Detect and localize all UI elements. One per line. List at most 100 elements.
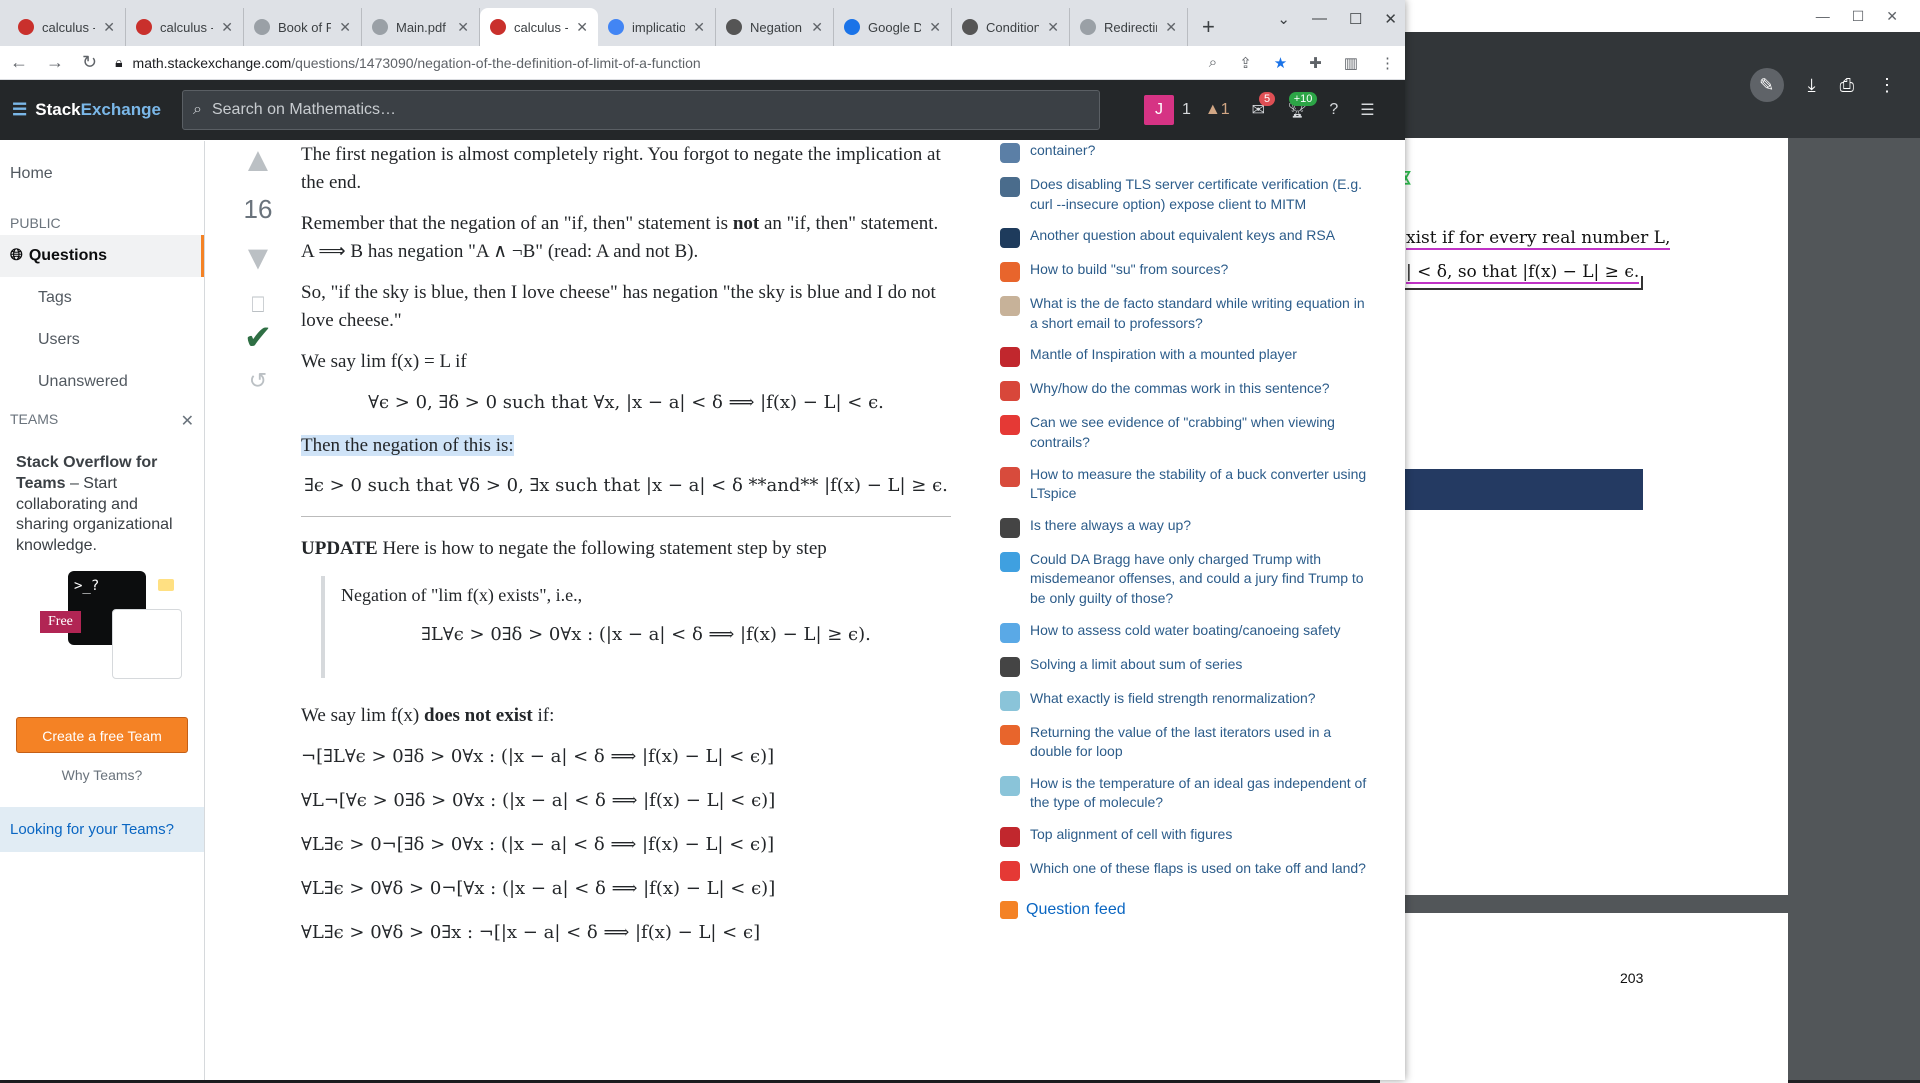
hot-question-item[interactable]: Mantle of Inspiration with a mounted pla… <box>1000 345 1370 368</box>
browser-tab[interactable]: Condition ✕ <box>952 8 1070 46</box>
hot-question-link[interactable]: How to assess cold water boating/canoein… <box>1030 621 1341 643</box>
tab-close-icon[interactable]: ✕ <box>693 19 705 36</box>
hot-question-item[interactable]: How to build "su" from sources? <box>1000 260 1370 283</box>
browser-tab[interactable]: Google Da ✕ <box>834 8 952 46</box>
nav-home[interactable]: Home <box>0 153 204 195</box>
upvote-icon[interactable]: ▲ <box>241 141 275 180</box>
menu-icon[interactable]: ⋮ <box>1380 54 1395 72</box>
hot-question-item[interactable]: How is the temperature of an ideal gas i… <box>1000 774 1370 813</box>
tab-close-icon[interactable]: ✕ <box>1165 19 1177 36</box>
browser-tab[interactable]: calculus - ✕ <box>480 8 598 46</box>
new-tab-button[interactable]: + <box>1202 14 1215 40</box>
url-field[interactable]: 🔒︎ math.stackexchange.com/questions/1473… <box>115 50 1191 76</box>
search-input[interactable]: ⌕ Search on Mathematics… <box>182 90 1100 130</box>
browser-tab[interactable]: Negation ✕ <box>716 8 834 46</box>
hot-question-item[interactable]: How to measure the stability of a buck c… <box>1000 465 1370 504</box>
browser-tab[interactable]: implicatio ✕ <box>598 8 716 46</box>
side-panel-icon[interactable]: ▥ <box>1344 54 1358 72</box>
hot-question-link[interactable]: container? <box>1030 141 1095 163</box>
bookmark-star-icon[interactable]: ★ <box>1274 54 1287 72</box>
hot-question-link[interactable]: Can we see evidence of "crabbing" when v… <box>1030 413 1370 452</box>
hot-question-item[interactable]: Does disabling TLS server certificate ve… <box>1000 175 1370 214</box>
browser-tab[interactable]: Main.pdf ✕ <box>362 8 480 46</box>
close-icon[interactable]: ✕ <box>1886 8 1898 25</box>
browser-tab[interactable]: Redirectin ✕ <box>1070 8 1188 46</box>
maximize-icon[interactable]: ☐ <box>1852 8 1865 25</box>
hot-question-link[interactable]: What exactly is field strength renormali… <box>1030 689 1316 711</box>
hot-question-link[interactable]: How to measure the stability of a buck c… <box>1030 465 1370 504</box>
tab-close-icon[interactable]: ✕ <box>929 19 941 36</box>
hot-question-link[interactable]: Another question about equivalent keys a… <box>1030 226 1335 248</box>
hot-question-item[interactable]: Could DA Bragg have only charged Trump w… <box>1000 550 1370 609</box>
hot-question-item[interactable]: Another question about equivalent keys a… <box>1000 226 1370 249</box>
site-switcher-icon[interactable]: ☰ <box>1360 100 1374 120</box>
stackexchange-logo[interactable]: ☰ Stack Exchange <box>12 100 162 120</box>
hot-question-item[interactable]: Is there always a way up? <box>1000 516 1370 538</box>
question-feed-link[interactable]: Question feed <box>1000 900 1370 919</box>
hot-question-link[interactable]: Does disabling TLS server certificate ve… <box>1030 175 1370 214</box>
zoom-icon[interactable]: ⌕ <box>1209 54 1217 72</box>
hot-question-link[interactable]: Which one of these flaps is used on take… <box>1030 859 1366 881</box>
share-icon[interactable]: ⇪ <box>1239 54 1252 72</box>
hot-question-item[interactable]: container? <box>1000 141 1370 163</box>
print-icon[interactable]: ⎙ <box>1840 75 1854 96</box>
nav-tags[interactable]: Tags <box>0 277 204 319</box>
hot-question-item[interactable]: Which one of these flaps is used on take… <box>1000 859 1370 881</box>
minimize-icon[interactable]: — <box>1312 10 1327 28</box>
reload-icon[interactable]: ↻ <box>82 52 97 73</box>
browser-tab[interactable]: calculus - ✕ <box>8 8 126 46</box>
close-icon[interactable]: ✕ <box>181 411 194 431</box>
tab-close-icon[interactable]: ✕ <box>1047 19 1059 36</box>
extensions-icon[interactable]: ✚ <box>1309 54 1322 72</box>
hot-question-item[interactable]: Top alignment of cell with figures <box>1000 825 1370 847</box>
close-icon[interactable]: ✕ <box>1384 10 1397 28</box>
browser-tab[interactable]: Book of P ✕ <box>244 8 362 46</box>
hot-question-link[interactable]: What is the de facto standard while writ… <box>1030 294 1370 333</box>
hot-question-link[interactable]: Solving a limit about sum of series <box>1030 655 1242 677</box>
nav-questions[interactable]: 🌐︎ Questions <box>0 235 204 277</box>
hot-question-item[interactable]: What is the de facto standard while writ… <box>1000 294 1370 333</box>
tab-search-icon[interactable]: ⌄ <box>1277 10 1290 28</box>
hot-question-link[interactable]: How is the temperature of an ideal gas i… <box>1030 774 1370 813</box>
hot-question-link[interactable]: Could DA Bragg have only charged Trump w… <box>1030 550 1370 609</box>
looking-for-teams-link[interactable]: Looking for your Teams? <box>0 806 204 852</box>
avatar[interactable]: J <box>1144 95 1174 125</box>
hot-question-link[interactable]: Returning the value of the last iterator… <box>1030 723 1370 762</box>
tab-close-icon[interactable]: ✕ <box>457 19 469 36</box>
tab-close-icon[interactable]: ✕ <box>221 19 233 36</box>
bookmark-icon[interactable]: ⎕ <box>251 292 264 318</box>
hot-question-item[interactable]: Why/how do the commas work in this sente… <box>1000 379 1370 402</box>
browser-tab[interactable]: calculus - ✕ <box>126 8 244 46</box>
nav-unanswered[interactable]: Unanswered <box>0 361 204 403</box>
hot-question-item[interactable]: How to assess cold water boating/canoein… <box>1000 621 1370 643</box>
hot-question-link[interactable]: Is there always a way up? <box>1030 516 1191 538</box>
inbox-icon[interactable]: ✉ 5 <box>1252 92 1276 120</box>
tab-close-icon[interactable]: ✕ <box>811 19 823 36</box>
why-teams-link[interactable]: Why Teams? <box>0 767 204 783</box>
create-team-button[interactable]: Create a free Team <box>16 716 188 753</box>
hot-question-link[interactable]: How to build "su" from sources? <box>1030 260 1228 282</box>
tab-close-icon[interactable]: ✕ <box>103 19 115 36</box>
hot-question-link[interactable]: Top alignment of cell with figures <box>1030 825 1232 847</box>
maximize-icon[interactable]: ☐ <box>1349 10 1362 28</box>
annotate-pen-icon[interactable]: ✎ <box>1749 68 1784 102</box>
hot-question-item[interactable]: Can we see evidence of "crabbing" when v… <box>1000 413 1370 452</box>
hot-question-link[interactable]: Mantle of Inspiration with a mounted pla… <box>1030 345 1297 367</box>
hot-question-item[interactable]: Returning the value of the last iterator… <box>1000 723 1370 762</box>
minimize-icon[interactable]: — <box>1816 8 1830 24</box>
hot-question-link[interactable]: Why/how do the commas work in this sente… <box>1030 379 1330 401</box>
hamburger-icon[interactable]: ☰ <box>12 100 27 120</box>
tab-close-icon[interactable]: ✕ <box>576 19 588 36</box>
downvote-icon[interactable]: ▼ <box>241 239 275 278</box>
tab-close-icon[interactable]: ✕ <box>339 19 351 36</box>
download-icon[interactable]: ⤓ <box>1808 75 1816 96</box>
forward-icon[interactable]: → <box>46 52 64 73</box>
back-icon[interactable]: ← <box>10 52 28 73</box>
history-icon[interactable]: ↺ <box>249 368 267 394</box>
nav-users[interactable]: Users <box>0 319 204 361</box>
achievements-icon[interactable]: 🏆︎ +10 <box>1287 92 1318 120</box>
help-icon[interactable]: ? <box>1329 101 1338 119</box>
hot-question-item[interactable]: Solving a limit about sum of series <box>1000 655 1370 677</box>
more-menu-icon[interactable]: ⋮ <box>1878 75 1896 96</box>
hot-question-item[interactable]: What exactly is field strength renormali… <box>1000 689 1370 711</box>
